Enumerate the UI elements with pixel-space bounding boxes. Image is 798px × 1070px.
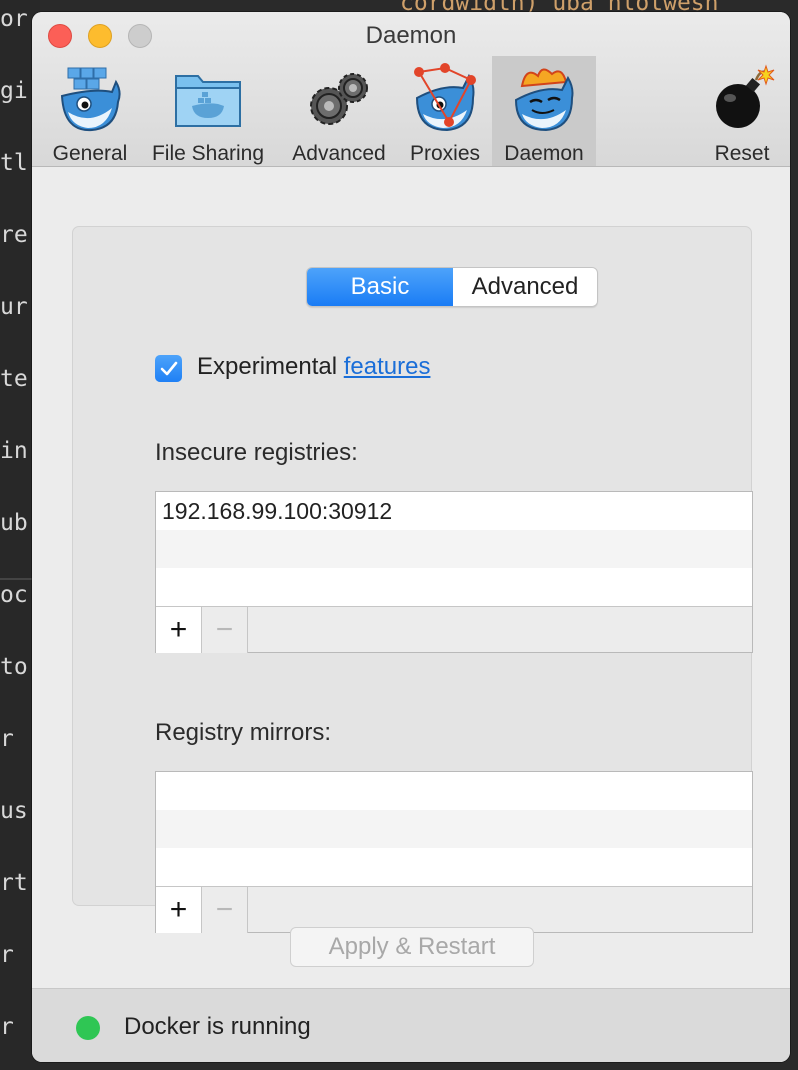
editor-line: or <box>0 6 28 32</box>
toolbar-label: Reset <box>714 142 770 165</box>
titlebar: Daemon General File Sharing Advanced Pro… <box>32 12 790 167</box>
registry-mirrors-label: Registry mirrors: <box>155 719 332 746</box>
insecure-registries-label: Insecure registries: <box>155 439 358 466</box>
editor-line: gi <box>0 78 28 104</box>
toolbar-item-advanced[interactable]: Advanced <box>282 56 396 166</box>
preferences-window: Daemon General File Sharing Advanced Pro… <box>32 12 790 1062</box>
apply-restart-button[interactable]: Apply & Restart <box>290 927 534 967</box>
editor-line: oc <box>0 582 28 608</box>
registry-mirrors-list[interactable]: + − <box>155 771 753 933</box>
gears-icon <box>310 73 368 125</box>
status-text: Docker is running <box>124 1013 311 1040</box>
list-item <box>156 810 752 848</box>
editor-line: r <box>0 942 14 968</box>
editor-line: to <box>0 654 28 680</box>
toolbar-label: Advanced <box>292 142 386 165</box>
toolbar-label: File Sharing <box>151 142 265 165</box>
daemon-whale-icon <box>514 68 574 132</box>
experimental-features-label: Experimental features <box>197 353 430 381</box>
editor-line: us <box>0 798 28 824</box>
editor-line: tl <box>0 150 28 176</box>
tab-advanced[interactable]: Advanced <box>453 268 597 306</box>
list-item <box>156 568 752 606</box>
toolbar-label: Proxies <box>409 142 481 165</box>
remove-registry-mirror-button[interactable]: − <box>202 887 248 933</box>
toolbar-item-file-sharing[interactable]: File Sharing <box>142 56 274 166</box>
bomb-icon <box>716 64 775 128</box>
editor-line: te <box>0 366 28 392</box>
toolbar-item-proxies[interactable]: Proxies <box>400 56 490 166</box>
docker-whale-icon <box>60 67 121 132</box>
daemon-settings-content: Basic Advanced Experimental features Ins… <box>32 168 790 988</box>
editor-line: in <box>0 438 28 464</box>
toolbar-label: Daemon <box>504 142 584 165</box>
features-link[interactable]: features <box>344 353 431 380</box>
editor-line: rt <box>0 870 28 896</box>
toolbar-item-daemon[interactable]: Daemon <box>492 56 596 166</box>
experimental-label-text: Experimental <box>197 353 338 380</box>
folder-whale-icon <box>175 75 241 127</box>
editor-line: ub <box>0 510 28 536</box>
tab-basic[interactable]: Basic <box>307 268 453 306</box>
status-bar: Docker is running <box>32 988 790 1062</box>
checkmark-icon <box>160 361 177 375</box>
editor-line: ur <box>0 294 28 320</box>
toolbar-item-general[interactable]: General <box>44 56 136 166</box>
list-item[interactable]: 192.168.99.100:30912 <box>156 492 752 530</box>
add-insecure-registry-button[interactable]: + <box>156 607 202 653</box>
insecure-registries-list[interactable]: 192.168.99.100:30912 + − <box>155 491 753 653</box>
list-item <box>156 772 752 810</box>
status-indicator-icon <box>76 1016 100 1040</box>
toolbar-label: General <box>52 142 128 165</box>
list-controls: + − <box>156 886 752 933</box>
editor-line: r <box>0 1014 14 1040</box>
basic-advanced-segmented-control: Basic Advanced <box>306 267 598 307</box>
proxy-whale-icon <box>414 63 476 132</box>
window-title: Daemon <box>365 22 457 49</box>
experimental-features-checkbox[interactable] <box>155 355 182 382</box>
remove-insecure-registry-button[interactable]: − <box>202 607 248 653</box>
add-registry-mirror-button[interactable]: + <box>156 887 202 933</box>
list-controls: + − <box>156 606 752 653</box>
list-item <box>156 848 752 886</box>
settings-panel: Basic Advanced Experimental features Ins… <box>72 226 753 933</box>
list-item <box>156 530 752 568</box>
editor-line: re <box>0 222 28 248</box>
editor-line: r <box>0 726 14 752</box>
toolbar-item-reset[interactable]: Reset <box>702 56 782 166</box>
